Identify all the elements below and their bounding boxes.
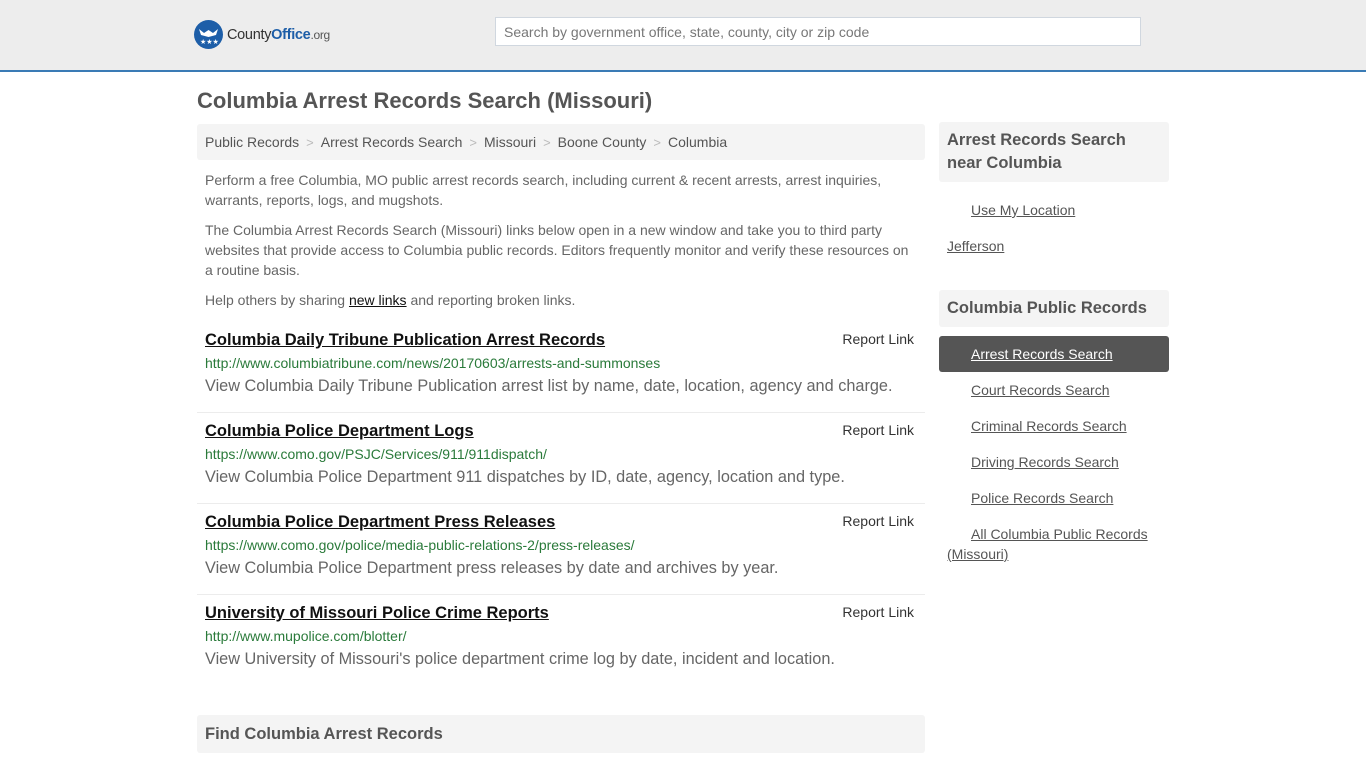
page-title: Columbia Arrest Records Search (Missouri… — [197, 88, 653, 113]
breadcrumb-columbia[interactable]: Columbia — [668, 134, 727, 150]
nearby-city-link[interactable]: Jefferson — [939, 236, 1169, 272]
eagle-stars-icon: ★★★ — [194, 20, 223, 49]
breadcrumb-separator: > — [543, 134, 551, 150]
breadcrumb-separator: > — [469, 134, 477, 150]
sidebar-item-arrest-records[interactable]: Arrest Records Search — [939, 336, 1169, 372]
record-link-description: View University of Missouri's police dep… — [205, 650, 835, 668]
breadcrumb-missouri[interactable]: Missouri — [484, 134, 536, 150]
breadcrumb-separator: > — [653, 134, 661, 150]
logo-wordmark: CountyOffice.org — [227, 27, 330, 43]
record-link-url: http://www.mupolice.com/blotter/ — [205, 628, 407, 644]
record-link-url: https://www.como.gov/police/media-public… — [205, 537, 635, 553]
sidebar-item-driving-records[interactable]: Driving Records Search — [939, 444, 1169, 480]
record-link-url: http://www.columbiatribune.com/news/2017… — [205, 355, 661, 371]
logo-office: Office — [271, 26, 311, 43]
nearby-heading: Arrest Records Search near Columbia — [939, 122, 1169, 182]
sidebar: Arrest Records Search near Columbia Use … — [939, 122, 1169, 572]
intro-text: Perform a free Columbia, MO public arres… — [197, 170, 925, 310]
logo-org: .org — [310, 27, 330, 42]
sidebar-item-all-public-records[interactable]: All Columbia Public Records (Missouri) — [939, 516, 1169, 572]
share-text-after: and reporting broken links. — [406, 292, 576, 308]
record-link-item: Columbia Daily Tribune Publication Arres… — [197, 322, 925, 413]
record-link-item: Columbia Police Department Press Release… — [197, 504, 925, 595]
record-link-url: https://www.como.gov/PSJC/Services/911/9… — [205, 446, 547, 462]
intro-paragraph: The Columbia Arrest Records Search (Miss… — [205, 222, 909, 278]
record-link-item: Columbia Police Department Logs Report L… — [197, 413, 925, 504]
record-link-description: View Columbia Police Department press re… — [205, 559, 779, 577]
report-link-button[interactable]: Report Link — [842, 331, 914, 347]
record-links-list: Columbia Daily Tribune Publication Arres… — [197, 322, 925, 686]
site-header: ★★★ CountyOffice.org — [0, 0, 1366, 72]
search-input[interactable] — [495, 17, 1141, 46]
logo-county: County — [227, 26, 272, 43]
breadcrumb-separator: > — [306, 134, 314, 150]
share-text-before: Help others by sharing — [205, 292, 349, 308]
record-link-title[interactable]: Columbia Daily Tribune Publication Arres… — [205, 329, 605, 351]
sidebar-item-criminal-records[interactable]: Criminal Records Search — [939, 408, 1169, 444]
main-content: Public Records > Arrest Records Search >… — [197, 124, 925, 686]
record-link-title[interactable]: Columbia Police Department Press Release… — [205, 511, 555, 533]
find-records-heading: Find Columbia Arrest Records — [197, 715, 925, 753]
record-link-title[interactable]: Columbia Police Department Logs — [205, 420, 474, 442]
report-link-button[interactable]: Report Link — [842, 422, 914, 438]
breadcrumb-arrest-records-search[interactable]: Arrest Records Search — [321, 134, 463, 150]
report-link-button[interactable]: Report Link — [842, 513, 914, 529]
sidebar-item-police-records[interactable]: Police Records Search — [939, 480, 1169, 516]
record-link-description: View Columbia Police Department 911 disp… — [205, 468, 845, 486]
new-links-link[interactable]: new links — [349, 292, 407, 308]
report-link-button[interactable]: Report Link — [842, 604, 914, 620]
breadcrumb: Public Records > Arrest Records Search >… — [197, 124, 925, 160]
public-records-nav: Arrest Records Search Court Records Sear… — [939, 336, 1169, 572]
site-logo[interactable]: ★★★ CountyOffice.org — [194, 20, 330, 49]
nearby-list: Use My Location Jefferson — [939, 182, 1169, 272]
breadcrumb-boone-county[interactable]: Boone County — [558, 134, 647, 150]
breadcrumb-public-records[interactable]: Public Records — [205, 134, 299, 150]
record-link-item: University of Missouri Police Crime Repo… — [197, 595, 925, 686]
public-records-heading: Columbia Public Records — [939, 290, 1169, 327]
sidebar-item-court-records[interactable]: Court Records Search — [939, 372, 1169, 408]
use-my-location-link[interactable]: Use My Location — [939, 200, 1169, 236]
intro-paragraph-share: Help others by sharing new links and rep… — [205, 290, 917, 310]
intro-paragraph: Perform a free Columbia, MO public arres… — [205, 172, 882, 208]
record-link-description: View Columbia Daily Tribune Publication … — [205, 377, 893, 395]
record-link-title[interactable]: University of Missouri Police Crime Repo… — [205, 602, 549, 624]
svg-text:★★★: ★★★ — [200, 38, 219, 46]
